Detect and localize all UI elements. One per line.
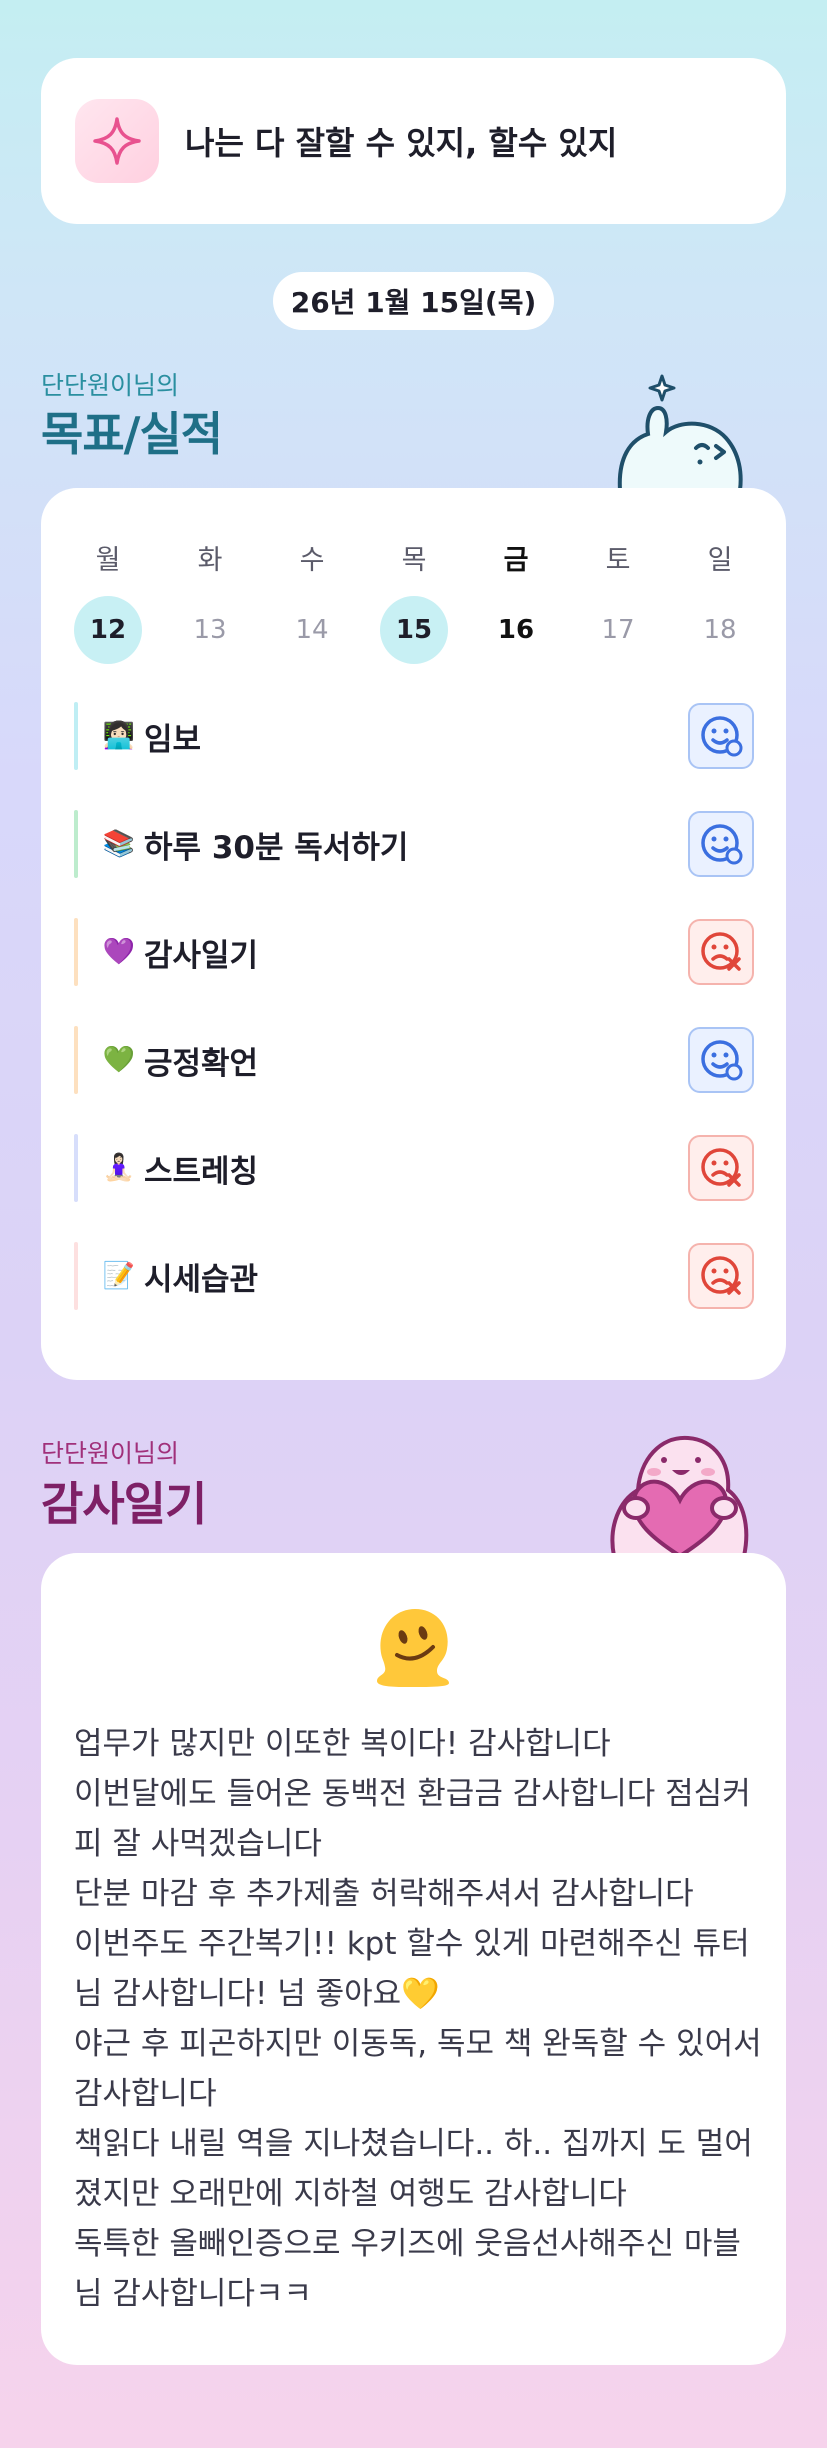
person-stretching-icon: 🧘🏻‍♀️ xyxy=(102,1153,136,1183)
goal-name: 하루 30분 독서하기 xyxy=(144,829,409,866)
date-chip[interactable]: 18 xyxy=(686,596,754,664)
diary-text: 업무가 많지만 이또한 복이다! 감사합니다이번달에도 들어온 동백전 환급금 … xyxy=(74,1719,764,2319)
books-icon: 📚 xyxy=(102,829,136,859)
date-chip[interactable]: 17 xyxy=(584,596,652,664)
date-chip-done[interactable]: 12 xyxy=(74,596,142,664)
goal-color-bar xyxy=(74,1026,78,1094)
mascot-heart-icon xyxy=(598,1430,754,1559)
sparkle-icon xyxy=(75,99,159,183)
goal-name: 감사일기 xyxy=(144,937,259,974)
diary-line: 님 감사합니다! 넘 좋아요💛 xyxy=(74,1976,440,2012)
memo-icon: 📝 xyxy=(102,1261,136,1291)
goal-name: 임보 xyxy=(144,721,202,758)
goal-color-bar xyxy=(74,702,78,770)
weekday-label: 토 xyxy=(605,545,631,576)
date-chip-done[interactable]: 15 xyxy=(380,596,448,664)
date-chip-today[interactable]: 16 xyxy=(482,596,550,664)
melting-face-icon xyxy=(371,1603,455,1687)
goal-color-bar xyxy=(74,1242,78,1310)
diary-line: 님 감사합니다ㅋㅋ xyxy=(74,2276,313,2312)
goal-name: 시세습관 xyxy=(144,1261,259,1298)
diary-line: 이번주도 주간복기!! kpt 할수 있게 마련해주신 튜터 xyxy=(74,1926,750,1962)
weekday-label: 수 xyxy=(299,545,325,576)
status-success-icon[interactable] xyxy=(688,811,754,877)
goal-row[interactable]: 📝 시세습관 xyxy=(74,1242,754,1310)
goal-row[interactable]: 👩🏻‍💻 임보 xyxy=(74,702,754,770)
person-at-laptop-icon: 👩🏻‍💻 xyxy=(102,721,136,751)
diary-line: 독특한 올빼인증으로 우키즈에 웃음선사해주신 마블 xyxy=(74,2226,741,2262)
diary-title: 감사일기 xyxy=(41,1477,207,1531)
affirmation-text: 나는 다 잘할 수 있지, 할수 있지 xyxy=(185,124,618,162)
status-fail-icon[interactable] xyxy=(688,919,754,985)
diary-card: 업무가 많지만 이또한 복이다! 감사합니다이번달에도 들어온 동백전 환급금 … xyxy=(41,1553,786,2365)
status-fail-icon[interactable] xyxy=(688,1243,754,1309)
diary-subtitle: 단단원이님의 xyxy=(41,1439,180,1468)
goals-card: 월 화 수 목 금 토 일 12 13 14 15 16 17 18 👩🏻‍💻 임… xyxy=(41,488,786,1380)
goal-row[interactable]: 🧘🏻‍♀️ 스트레칭 xyxy=(74,1134,754,1202)
weekday-label: 월 xyxy=(95,545,121,576)
status-success-icon[interactable] xyxy=(688,1027,754,1093)
date-pill[interactable]: 26년 1월 15일(목) xyxy=(273,272,554,330)
weekday-label: 화 xyxy=(197,545,223,576)
status-success-icon[interactable] xyxy=(688,703,754,769)
goals-subtitle: 단단원이님의 xyxy=(41,371,180,400)
diary-line: 단분 마감 후 추가제출 허락해주셔서 감사합니다 xyxy=(74,1876,694,1912)
goal-row[interactable]: 💜 감사일기 xyxy=(74,918,754,986)
weekday-label: 일 xyxy=(707,545,733,576)
diary-line: 야근 후 피곤하지만 이동독, 독모 책 완독할 수 있어서 xyxy=(74,2026,762,2062)
green-heart-icon: 💚 xyxy=(102,1045,136,1075)
diary-line: 감사합니다 xyxy=(74,2076,217,2112)
diary-line: 피 잘 사먹겠습니다 xyxy=(74,1826,322,1862)
goal-name: 긍정확언 xyxy=(144,1045,259,1082)
affirmation-card: 나는 다 잘할 수 있지, 할수 있지 xyxy=(41,58,786,224)
goals-title: 목표/실적 xyxy=(41,407,223,461)
goal-row[interactable]: 📚 하루 30분 독서하기 xyxy=(74,810,754,878)
week-dates: 12 13 14 15 16 17 18 xyxy=(41,596,786,664)
purple-heart-icon: 💜 xyxy=(102,937,136,967)
diary-line: 책읽다 내릴 역을 지나쳤습니다.. 하.. 집까지 도 멀어 xyxy=(74,2126,753,2162)
goal-color-bar xyxy=(74,810,78,878)
goal-row[interactable]: 💚 긍정확언 xyxy=(74,1026,754,1094)
date-chip[interactable]: 14 xyxy=(278,596,346,664)
mascot-waving-icon xyxy=(600,362,750,492)
goal-name: 스트레칭 xyxy=(144,1153,259,1190)
weekday-header: 월 화 수 목 금 토 일 xyxy=(41,538,786,582)
goal-color-bar xyxy=(74,1134,78,1202)
status-fail-icon[interactable] xyxy=(688,1135,754,1201)
weekday-label: 목 xyxy=(401,545,427,576)
diary-line: 업무가 많지만 이또한 복이다! 감사합니다 xyxy=(74,1726,611,1762)
diary-line: 졌지만 오래만에 지하철 여행도 감사합니다 xyxy=(74,2176,627,2212)
diary-line: 이번달에도 들어온 동백전 환급금 감사합니다 점심커 xyxy=(74,1776,751,1812)
weekday-label-today: 금 xyxy=(503,545,529,576)
goal-color-bar xyxy=(74,918,78,986)
date-chip[interactable]: 13 xyxy=(176,596,244,664)
